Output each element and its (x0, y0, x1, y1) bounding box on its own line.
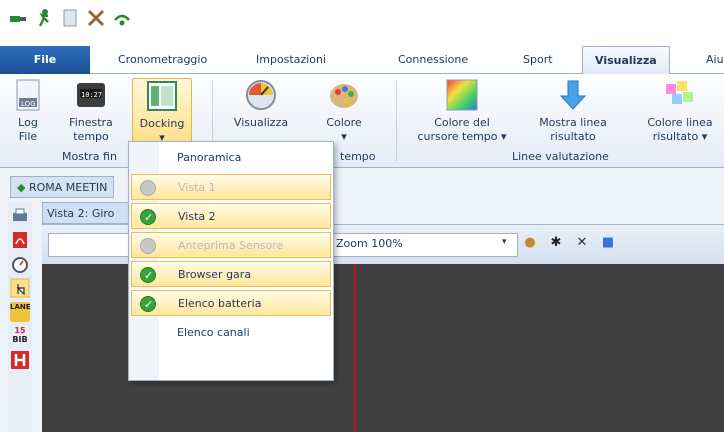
colore-button[interactable]: Colore ▾ (318, 78, 370, 144)
tab-file[interactable]: File (0, 46, 90, 74)
lane-badge-icon[interactable]: LANE (10, 302, 31, 322)
group-label-mostra: Mostra fin (62, 150, 117, 163)
group-label-tempo: tempo (340, 150, 376, 163)
check-circle-icon (140, 238, 156, 254)
docking-label: Docking (139, 117, 185, 130)
menu-item-label: Browser gara (178, 268, 252, 281)
palette-icon (330, 84, 358, 108)
down-arrow-icon (559, 80, 587, 110)
mostra-linea-label-line1: Mostra linea (539, 116, 607, 129)
menu-item-elenco-batteria[interactable]: Elenco batteria (131, 290, 331, 318)
svg-text:10:27: 10:27 (81, 91, 102, 99)
check-circle-icon (140, 205, 156, 231)
gauge-icon (246, 80, 276, 110)
ribbon-tab-row: File Cronometraggio Impostazioni Conness… (0, 46, 724, 75)
side-toolbar: LANE 15 BIB (8, 202, 32, 432)
running-man-icon[interactable] (34, 8, 54, 28)
check-circle-icon (140, 263, 156, 289)
document-area: ◆ ROMA MEETIN Vista 2: Giro Zoom 100% ▾ … (0, 168, 724, 432)
mostra-linea-label-line2: risultato (550, 130, 596, 143)
tab-aiuto[interactable]: Aiu (706, 46, 724, 74)
time-cursor-line[interactable] (354, 264, 356, 432)
log-file-button[interactable]: LOG Log File (6, 78, 50, 144)
view-tool-icons: ● ✱ ✕ ■ (522, 235, 616, 255)
docking-window-icon (147, 81, 177, 111)
colore-cursore-label-line2: cursore tempo ▾ (417, 130, 507, 143)
tab-connessione[interactable]: Connessione (398, 46, 468, 74)
menu-item-label: Elenco canali (177, 326, 250, 339)
document-tab-label: ROMA MEETIN (28, 181, 108, 194)
menu-item-browser-gara[interactable]: Browser gara (131, 261, 331, 289)
tab-visualizza[interactable]: Visualizza (582, 46, 670, 75)
check-circle-icon (140, 180, 156, 196)
menu-item-label: Elenco batteria (178, 297, 262, 310)
hand-pointer-icon[interactable] (10, 278, 30, 298)
timer-display-icon: 10:27 (77, 83, 105, 107)
tools-icon[interactable] (86, 8, 106, 28)
zoom-dropdown-arrow[interactable]: ▾ (502, 237, 507, 247)
color-gradient-icon (446, 79, 478, 111)
wifi-icon[interactable] (112, 8, 132, 28)
docking-button[interactable]: Docking ▾ (132, 78, 192, 144)
view-tab[interactable]: Vista 2: Giro (42, 202, 142, 224)
tab-impostazioni[interactable]: Impostazioni (256, 46, 326, 74)
log-file-label-line2: File (18, 130, 38, 143)
menu-item-label: Panoramica (177, 151, 242, 164)
log-icon: LOG (16, 79, 40, 111)
ribbon: LOG Log File 10:27 Finestra tempo Dockin… (0, 74, 724, 168)
bib-badge-icon[interactable]: 15 BIB (10, 326, 30, 346)
color-swatches-icon (666, 81, 693, 104)
lane-badge-label: LANE (10, 303, 31, 311)
document-icon[interactable] (60, 8, 80, 28)
group-label-linee: Linee valutazione (512, 150, 609, 163)
svg-text:LOG: LOG (21, 100, 36, 108)
ribbon-separator (396, 80, 397, 162)
bib-badge-number: 15 (14, 326, 26, 335)
tab-cronometraggio[interactable]: Cronometraggio (118, 46, 207, 74)
menu-item-label: Vista 1 (178, 181, 216, 194)
colore-linea-label-line1: Colore linea (647, 116, 713, 129)
document-tab[interactable]: ◆ ROMA MEETIN (10, 176, 115, 198)
colore-cursore-tempo-button[interactable]: Colore del cursore tempo ▾ (412, 78, 512, 144)
printer-icon[interactable] (10, 206, 30, 226)
menu-item-label: Vista 2 (178, 210, 216, 223)
log-file-label-line1: Log (18, 116, 38, 129)
palette-tool-icon[interactable]: ● (522, 235, 538, 251)
colore-label: Colore (326, 116, 362, 129)
colore-dropdown-arrow: ▾ (341, 130, 347, 143)
finestra-tempo-button[interactable]: 10:27 Finestra tempo (62, 78, 120, 144)
docking-dropdown-menu: Panoramica Vista 1 Vista 2 Anteprima Sen… (128, 141, 334, 381)
zoom-select[interactable]: Zoom 100% (336, 237, 403, 250)
meet-icon: ◆ (17, 181, 26, 194)
menu-item-anteprima-sensore[interactable]: Anteprima Sensore (131, 232, 331, 258)
mostra-linea-risultato-button[interactable]: Mostra linea risultato (530, 78, 616, 144)
colore-linea-label-line2: risultato ▾ (652, 130, 708, 143)
visualizza-button[interactable]: Visualizza (226, 78, 296, 130)
menu-item-vista-2[interactable]: Vista 2 (131, 203, 331, 231)
finestra-tempo-label-line1: Finestra (69, 116, 113, 129)
plug-icon[interactable] (8, 8, 28, 28)
menu-item-label: Anteprima Sensore (178, 239, 284, 252)
quick-access-toolbar (0, 0, 724, 46)
sun-icon[interactable]: ✱ (548, 235, 564, 251)
cross-tools-icon[interactable]: ✕ (574, 235, 590, 251)
finestra-tempo-label-line2: tempo (73, 130, 109, 143)
stopwatch-icon[interactable] (10, 254, 30, 274)
check-circle-icon (140, 292, 156, 318)
menu-item-elenco-canali[interactable]: Elenco canali (131, 320, 331, 346)
tab-sport[interactable]: Sport (523, 46, 553, 74)
menu-item-panoramica[interactable]: Panoramica (131, 145, 331, 171)
visualizza-label: Visualizza (233, 116, 289, 129)
colore-linea-risultato-button[interactable]: Colore linea risultato ▾ (636, 78, 724, 144)
pdf-icon[interactable] (10, 230, 30, 250)
bib-badge-label: BIB (12, 335, 28, 344)
h-marker-icon[interactable] (10, 350, 30, 370)
window-icon[interactable]: ■ (600, 235, 616, 251)
menu-item-vista-1[interactable]: Vista 1 (131, 174, 331, 200)
colore-cursore-label-line1: Colore del (434, 116, 490, 129)
